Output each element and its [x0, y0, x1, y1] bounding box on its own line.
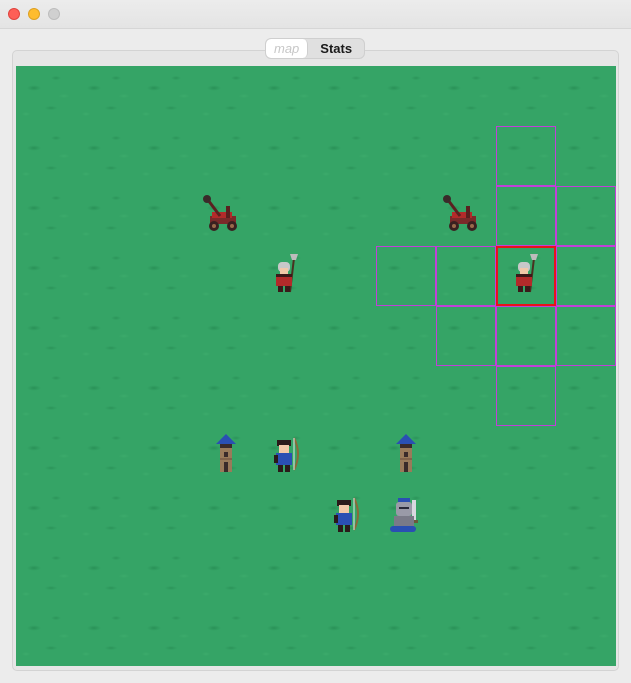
move-range-cell[interactable] — [496, 126, 556, 186]
red-pikeman-unit[interactable] — [496, 246, 556, 306]
move-range-cell[interactable] — [436, 306, 496, 366]
tower-icon — [216, 434, 236, 472]
knight-icon — [390, 498, 418, 532]
blue-archer-unit[interactable] — [316, 486, 376, 546]
catapult-icon — [443, 195, 477, 231]
pikeman-icon — [516, 254, 538, 293]
archer-icon — [334, 497, 359, 532]
move-range-cell[interactable] — [556, 246, 616, 306]
blue-archer-unit[interactable] — [256, 426, 316, 486]
tab-bar: map Stats — [265, 38, 366, 59]
move-range-cell[interactable] — [436, 246, 496, 306]
game-board[interactable] — [16, 66, 616, 666]
red-catapult-unit[interactable] — [196, 186, 256, 246]
title-bar — [0, 0, 631, 29]
blue-tower-unit[interactable] — [376, 426, 436, 486]
blue-knight-unit[interactable] — [376, 486, 436, 546]
move-range-cell[interactable] — [556, 306, 616, 366]
pikeman-icon — [276, 254, 298, 293]
archer-icon — [274, 437, 299, 472]
blue-tower-unit[interactable] — [196, 426, 256, 486]
move-range-cell[interactable] — [496, 306, 556, 366]
move-range-cell[interactable] — [496, 186, 556, 246]
catapult-icon — [203, 195, 237, 231]
maximize-icon[interactable] — [48, 8, 60, 20]
tower-icon — [396, 434, 416, 472]
move-range-cell[interactable] — [496, 366, 556, 426]
move-range-cell[interactable] — [556, 186, 616, 246]
tab-stats[interactable]: Stats — [308, 39, 364, 58]
tab-map[interactable]: map — [266, 39, 309, 58]
red-pikeman-unit[interactable] — [256, 246, 316, 306]
move-range-cell[interactable] — [376, 246, 436, 306]
red-catapult-unit[interactable] — [436, 186, 496, 246]
close-icon[interactable] — [8, 8, 20, 20]
minimize-icon[interactable] — [28, 8, 40, 20]
game-window: map Stats — [0, 0, 631, 683]
